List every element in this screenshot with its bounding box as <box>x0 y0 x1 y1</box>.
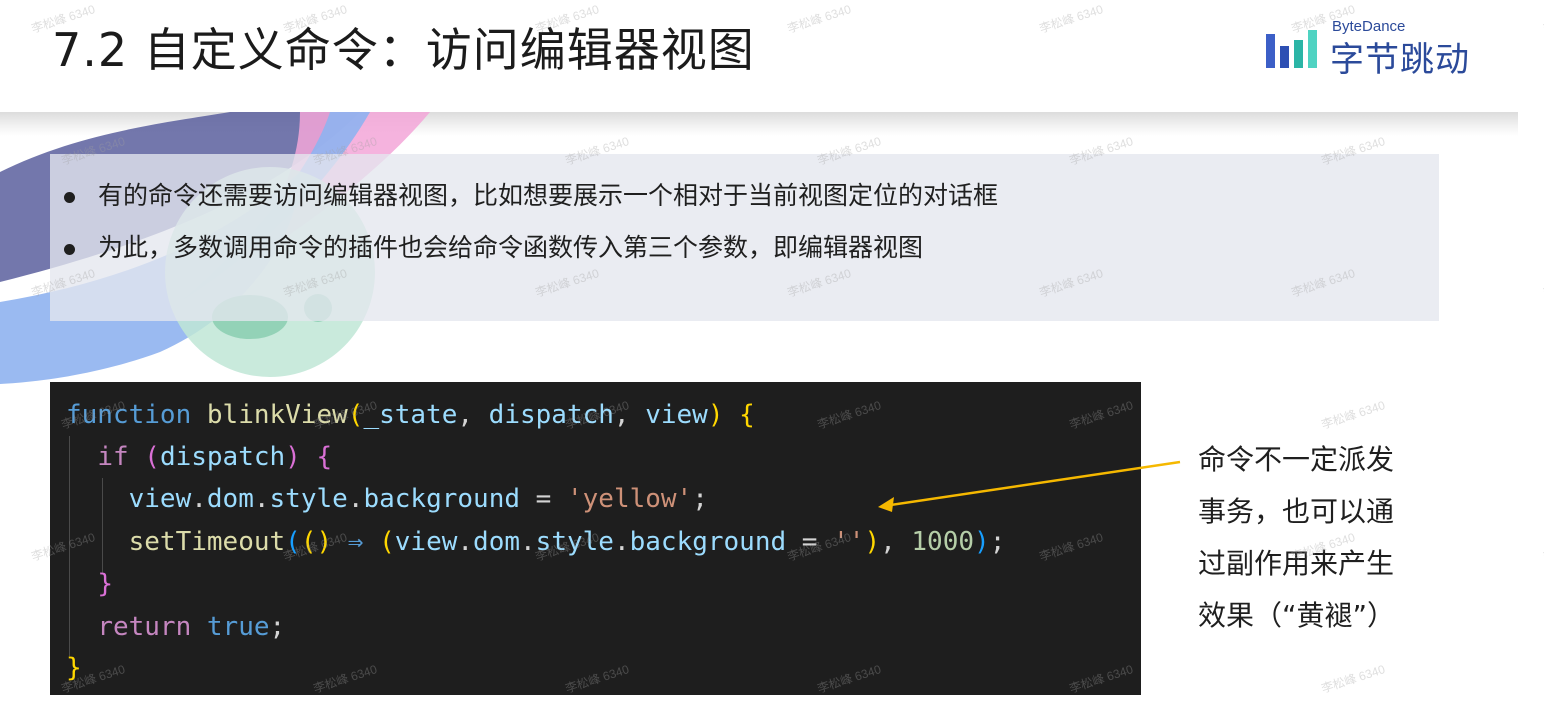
code-line: if (dispatch) { <box>66 436 332 478</box>
code-token: { <box>739 400 755 430</box>
code-token: , <box>457 400 489 430</box>
code-token: . <box>613 527 630 557</box>
code-token: background <box>363 484 521 514</box>
bullet-item: 有的命令还需要访问编辑器视图，比如想要展示一个相对于当前视图定位的对话框 <box>60 170 998 222</box>
code-token: dom <box>206 484 254 514</box>
code-block: function blinkView(_state, dispatch, vie… <box>50 382 1141 695</box>
code-token: true <box>206 612 270 642</box>
code-line: return true; <box>66 606 285 648</box>
code-token: dispatch <box>488 400 614 430</box>
code-token: dom <box>473 527 521 557</box>
code-token: () <box>300 527 333 557</box>
code-token: ; <box>269 612 286 642</box>
code-token: ) <box>707 400 724 430</box>
note-line: 效果（“黄褪”） <box>1198 599 1396 632</box>
code-token: . <box>457 527 474 557</box>
watermark-text: 李松峰 6340 <box>1319 662 1387 696</box>
code-token: _state <box>363 400 458 430</box>
code-line: } <box>66 647 82 689</box>
page-title: 7.2 自定义命令：访问编辑器视图 <box>52 23 755 77</box>
code-token: '' <box>833 527 865 557</box>
code-line: } <box>66 563 113 605</box>
code-token: . <box>191 484 207 514</box>
note-line: 命令不一定派发 <box>1198 443 1395 476</box>
code-token: 'yellow' <box>566 484 693 514</box>
annotation-arrow <box>878 460 1181 512</box>
code-token: ; <box>989 527 1006 557</box>
bullet-text: 有的命令还需要访问编辑器视图，比如想要展示一个相对于当前视图定位的对话框 <box>98 181 999 210</box>
note-line: 事务，也可以通 <box>1198 495 1395 528</box>
code-token: ) <box>974 527 990 557</box>
code-line: view.dom.style.background = 'yellow'; <box>66 478 708 520</box>
code-token: style <box>269 484 348 514</box>
code-line: function blinkView(_state, dispatch, vie… <box>66 394 755 436</box>
bytedance-logo: ByteDance 字节跳动 <box>1266 16 1486 80</box>
header: 7.2 自定义命令：访问编辑器视图 ByteDance 字节跳动 <box>0 0 1544 112</box>
code-token: . <box>347 484 364 514</box>
code-token: ( <box>379 527 395 557</box>
code-token: } <box>66 653 82 683</box>
bullet-item: 为此，多数调用命令的插件也会给命令函数传入第三个参数，即编辑器视图 <box>60 222 998 274</box>
code-token: , <box>880 527 912 557</box>
code-token: setTimeout <box>128 527 286 557</box>
code-token: blinkView <box>206 400 348 430</box>
code-token: view <box>394 527 458 557</box>
code-line: setTimeout(() ⇒ (view.dom.style.backgrou… <box>66 521 1006 563</box>
bullet-dot <box>64 192 75 203</box>
code-token: , <box>613 400 646 430</box>
code-token: view <box>128 484 192 514</box>
code-token: . <box>520 527 536 557</box>
code-token: = <box>520 484 567 514</box>
bullet-list: 有的命令还需要访问编辑器视图，比如想要展示一个相对于当前视图定位的对话框 为此，… <box>60 170 998 274</box>
code-token: if <box>97 442 129 472</box>
watermark-text: 李松峰 6340 <box>1319 398 1387 432</box>
code-token: { <box>316 442 333 472</box>
note-line: 过副作用来产生 <box>1198 547 1395 580</box>
bullet-dot <box>64 244 75 255</box>
code-token: ( <box>285 527 301 557</box>
code-token: ) <box>285 442 301 472</box>
code-token: ( <box>144 442 160 472</box>
code-token: ( <box>347 400 364 430</box>
code-token: style <box>535 527 614 557</box>
code-token: } <box>97 569 113 599</box>
code-token: 1000 <box>911 527 975 557</box>
code-token: ; <box>692 484 708 514</box>
code-token: ) <box>864 527 881 557</box>
code-token: ⇒ <box>332 527 380 557</box>
code-token: . <box>253 484 270 514</box>
code-token: view <box>645 400 708 430</box>
slide: 7.2 自定义命令：访问编辑器视图 ByteDance 字节跳动 有的命令还需要… <box>0 0 1544 728</box>
logo-text-cn: 字节跳动 <box>1330 40 1470 80</box>
code-token: function <box>66 400 192 430</box>
code-token: = <box>786 527 834 557</box>
bytedance-logo-icon <box>1266 30 1317 68</box>
code-token: background <box>629 527 787 557</box>
bullet-text: 为此，多数调用命令的插件也会给命令函数传入第三个参数，即编辑器视图 <box>98 233 924 262</box>
annotation-note: 命令不一定派发 事务，也可以通 过副作用来产生 效果（“黄褪”） <box>1198 434 1438 642</box>
code-token: return <box>97 612 192 642</box>
code-token: dispatch <box>159 442 286 472</box>
